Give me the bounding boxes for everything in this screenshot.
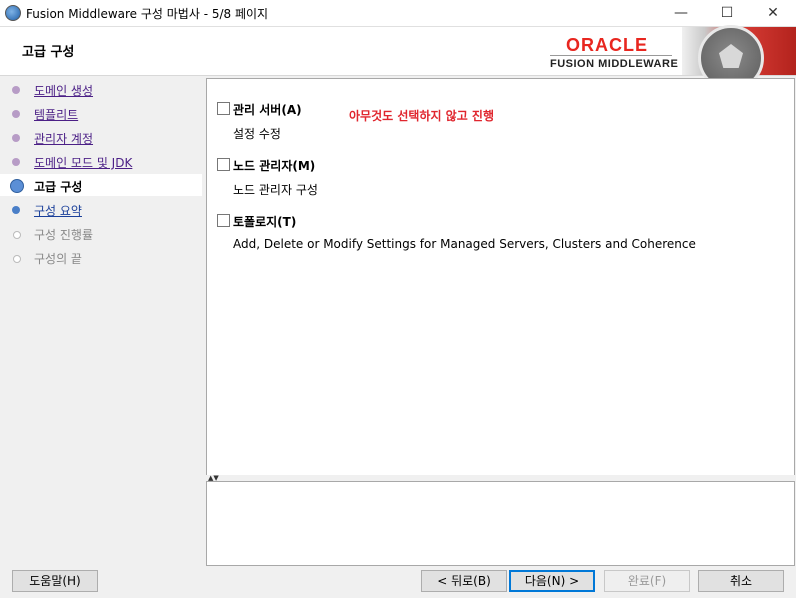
- option-description: 설정 수정: [233, 127, 281, 141]
- annotation-note: 아무것도 선택하지 않고 진행: [349, 109, 495, 123]
- step-done-icon: [12, 134, 20, 142]
- step-done-icon: [12, 110, 20, 118]
- message-pane: [206, 481, 795, 566]
- topology-checkbox[interactable]: [217, 214, 230, 227]
- options-panel: 관리 서버(A) 설정 수정 아무것도 선택하지 않고 진행 노드 관리자(M)…: [206, 78, 795, 476]
- step-label: 관리자 계정: [34, 132, 94, 146]
- step-templates[interactable]: 템플리트: [0, 102, 202, 124]
- app-icon: [5, 5, 21, 21]
- step-create-domain[interactable]: 도메인 생성: [0, 78, 202, 100]
- admin-server-checkbox[interactable]: [217, 102, 230, 115]
- step-label: 도메인 모드 및 JDK: [34, 156, 133, 170]
- step-pending-icon: [13, 255, 21, 263]
- step-label: 고급 구성: [34, 180, 83, 194]
- step-label: 구성 진행률: [34, 228, 94, 242]
- page-title: 고급 구성: [22, 45, 75, 60]
- cancel-button[interactable]: 취소: [698, 570, 784, 592]
- fusion-middleware-logo: FUSION MIDDLEWARE: [550, 58, 679, 70]
- next-button[interactable]: 다음(N) >: [509, 570, 595, 592]
- step-config-summary[interactable]: 구성 요약: [0, 198, 202, 220]
- node-manager-checkbox[interactable]: [217, 158, 230, 171]
- minimize-button[interactable]: —: [658, 0, 704, 26]
- step-label: 도메인 생성: [34, 84, 94, 98]
- step-config-progress: 구성 진행률: [0, 222, 202, 244]
- step-config-end: 구성의 끝: [0, 246, 202, 268]
- option-description: Add, Delete or Modify Settings for Manag…: [233, 237, 696, 251]
- step-pending-icon: [13, 231, 21, 239]
- step-label: 템플리트: [34, 108, 79, 122]
- wizard-header: 고급 구성 ORACLE FUSION MIDDLEWARE: [0, 25, 796, 91]
- wizard-steps-sidebar: 도메인 생성 템플리트 관리자 계정 도메인 모드 및 JDK 고급 구성 구성…: [0, 76, 202, 564]
- window-title: Fusion Middleware 구성 마법사 - 5/8 페이지: [26, 7, 269, 21]
- step-domain-mode-jdk[interactable]: 도메인 모드 및 JDK: [0, 150, 202, 172]
- back-button[interactable]: < 뒤로(B): [421, 570, 507, 592]
- step-label: 구성의 끝: [34, 252, 82, 266]
- title-bar: Fusion Middleware 구성 마법사 - 5/8 페이지 — ☐ ✕: [0, 0, 796, 27]
- step-admin-account[interactable]: 관리자 계정: [0, 126, 202, 148]
- close-button[interactable]: ✕: [750, 0, 796, 26]
- option-label: 관리 서버(A): [233, 103, 302, 117]
- step-next-icon: [12, 206, 20, 214]
- help-button[interactable]: 도움말(H): [12, 570, 98, 592]
- logo-divider: [550, 55, 672, 56]
- step-label: 구성 요약: [34, 204, 82, 218]
- finish-button: 완료(F): [604, 570, 690, 592]
- step-done-icon: [12, 86, 20, 94]
- step-advanced-config[interactable]: 고급 구성: [0, 174, 202, 196]
- option-description: 노드 관리자 구성: [233, 183, 318, 197]
- option-label: 토폴로지(T): [233, 215, 297, 229]
- step-current-icon: [10, 179, 24, 193]
- step-done-icon: [12, 158, 20, 166]
- option-label: 노드 관리자(M): [233, 159, 316, 173]
- oracle-logo: ORACLE: [566, 35, 648, 55]
- maximize-button[interactable]: ☐: [704, 0, 750, 26]
